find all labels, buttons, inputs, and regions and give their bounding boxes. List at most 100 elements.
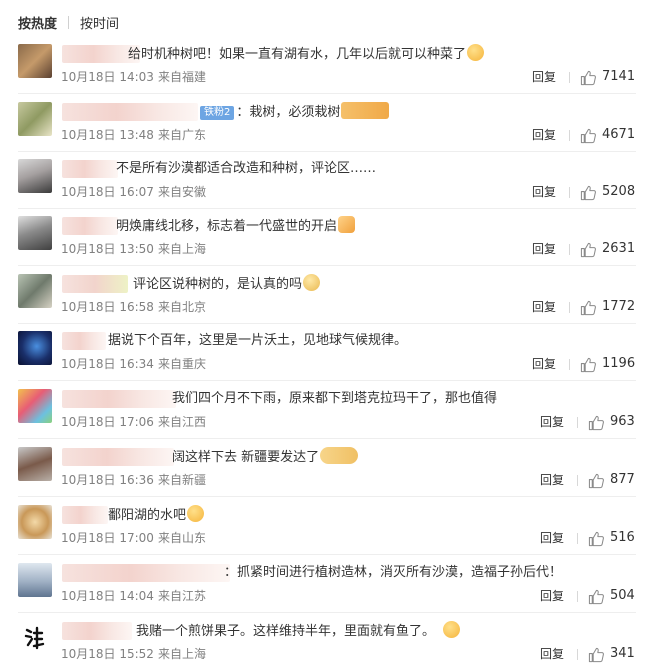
divider (18, 438, 636, 439)
like-count: 5208 (602, 184, 636, 199)
comment-text: 鄱阳湖的水吧 (108, 505, 205, 525)
username-redacted[interactable] (62, 275, 128, 293)
reply-button[interactable]: 回复 (540, 413, 564, 431)
comment-item: 我赌一个煎饼果子。这样维持半年，里面就有鱼了。 10月18日 15:52 来自上海… (0, 621, 650, 668)
tab-sort-by-hot[interactable]: 按热度 (18, 13, 57, 32)
thumbs-up-icon (580, 357, 596, 372)
like-count: 504 (610, 588, 635, 603)
divider (18, 208, 636, 209)
username-redacted[interactable] (62, 160, 118, 178)
like-button[interactable]: 516 (588, 528, 635, 548)
like-button[interactable]: 963 (588, 412, 635, 432)
divider (18, 496, 636, 497)
avatar[interactable] (18, 621, 52, 655)
username-redacted[interactable] (62, 564, 230, 582)
thumbs-up-icon (588, 473, 604, 488)
comment-text: 不是所有沙漠都适合改造和种树，评论区…… (116, 161, 377, 176)
comment-text: 我赌一个煎饼果子。这样维持半年，里面就有鱼了。 (136, 621, 461, 641)
calligraphy-icon (24, 626, 45, 650)
divider (18, 323, 636, 324)
comment-meta: 10月18日 16:34 来自重庆 (61, 357, 206, 371)
grin-emoji-icon (187, 505, 205, 522)
divider (18, 554, 636, 555)
like-count: 4671 (602, 127, 636, 142)
reply-button[interactable]: 回复 (532, 183, 556, 201)
thumbs-up-icon (580, 185, 596, 200)
like-button[interactable]: 2631 (580, 239, 635, 259)
reply-button[interactable]: 回复 (532, 298, 556, 316)
reply-button[interactable]: 回复 (532, 126, 556, 144)
tab-sort-by-time[interactable]: 按时间 (80, 13, 119, 32)
like-button[interactable]: 7141 (580, 67, 635, 87)
action-divider (569, 130, 570, 141)
username-redacted[interactable] (62, 506, 108, 524)
username-redacted[interactable] (62, 103, 198, 121)
avatar[interactable] (18, 389, 52, 423)
like-count: 963 (610, 414, 635, 429)
username-redacted[interactable] (62, 390, 176, 408)
like-button[interactable]: 341 (588, 644, 635, 664)
comment-meta: 10月18日 14:04 来自江苏 (61, 589, 206, 603)
avatar[interactable] (18, 505, 52, 539)
divider (18, 265, 636, 266)
thumbs-up-icon (580, 70, 596, 85)
thumbs-up-icon (588, 647, 604, 662)
like-button[interactable]: 1196 (580, 354, 635, 374)
divider (18, 612, 636, 613)
like-count: 1196 (602, 356, 636, 371)
action-divider (577, 475, 578, 486)
reply-button[interactable]: 回复 (532, 68, 556, 86)
avatar[interactable] (18, 447, 52, 481)
doge-emoji-icon (303, 274, 321, 291)
username-redacted[interactable] (62, 217, 118, 235)
avatar[interactable] (18, 274, 52, 308)
comment-meta: 10月18日 16:36 来自新疆 (61, 473, 206, 487)
comment-meta: 10月18日 16:07 来自安徽 (61, 185, 206, 199)
sort-tabs: 按热度 按时间 (18, 11, 119, 33)
reply-button[interactable]: 回复 (540, 471, 564, 489)
comment-meta: 10月18日 13:48 来自广东 (61, 128, 206, 142)
username-redacted[interactable] (62, 332, 106, 350)
action-divider (577, 649, 578, 660)
divider (18, 151, 636, 152)
thumbs-up-icon (580, 128, 596, 143)
like-button[interactable]: 1772 (580, 297, 635, 317)
strong-arm-emoji-icon (341, 102, 390, 119)
username-redacted[interactable] (62, 448, 174, 466)
avatar[interactable] (18, 563, 52, 597)
like-count: 2631 (602, 241, 636, 256)
comment-meta: 10月18日 17:06 来自江西 (61, 415, 206, 429)
reply-button[interactable]: 回复 (532, 355, 556, 373)
like-count: 516 (610, 530, 635, 545)
thumbs-up-icon (580, 242, 596, 257)
avatar[interactable] (18, 216, 52, 250)
comment-text: 评论区说种树的，是认真的吗 (133, 274, 321, 294)
thumbs-up-icon (588, 415, 604, 430)
avatar[interactable] (18, 44, 52, 78)
like-button[interactable]: 5208 (580, 182, 635, 202)
fan-badge[interactable]: 铁粉2 (200, 106, 235, 120)
comment-text: 铁粉2 ：栽树，必须栽树 (200, 102, 390, 122)
scream-emoji-icon (467, 44, 485, 61)
avatar[interactable] (18, 331, 52, 365)
action-divider (569, 187, 570, 198)
reply-button[interactable]: 回复 (532, 240, 556, 258)
thumbs-up-icon (580, 300, 596, 315)
like-button[interactable]: 504 (588, 586, 635, 606)
reply-button[interactable]: 回复 (540, 529, 564, 547)
divider (18, 93, 636, 94)
like-button[interactable]: 877 (588, 470, 635, 490)
reply-button[interactable]: 回复 (540, 645, 564, 663)
avatar[interactable] (18, 159, 52, 193)
action-divider (577, 591, 578, 602)
username-redacted[interactable] (62, 622, 132, 640)
thumbs-up-emoji-icon (338, 216, 356, 233)
tab-divider (68, 15, 70, 29)
avatar[interactable] (18, 102, 52, 136)
cat-emoji-icon (320, 447, 359, 464)
action-divider (577, 533, 578, 544)
reply-button[interactable]: 回复 (540, 587, 564, 605)
like-button[interactable]: 4671 (580, 125, 635, 145)
action-divider (569, 302, 570, 313)
comment-text: 明焕庸线北移，标志着一代盛世的开启 (116, 216, 356, 236)
